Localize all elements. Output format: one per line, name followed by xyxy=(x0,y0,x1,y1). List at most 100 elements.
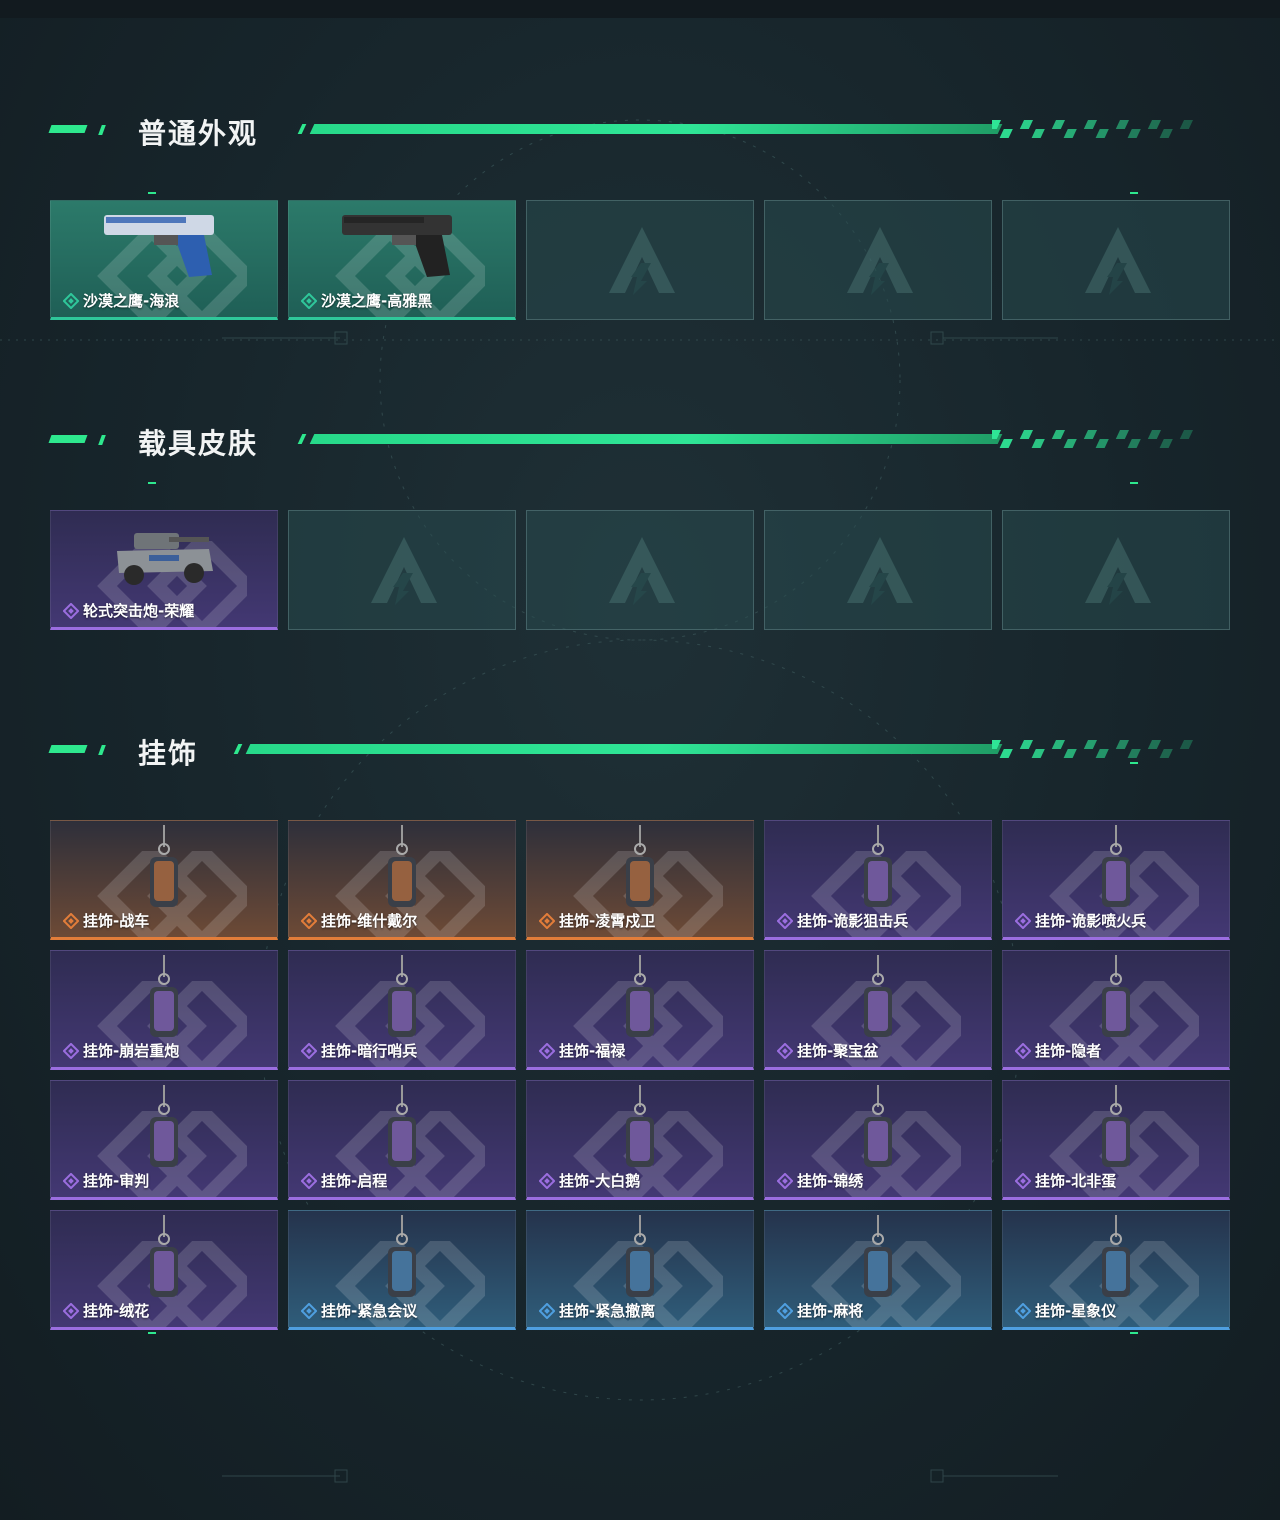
item-grid: 挂饰-战车 挂饰-维什戴尔 挂饰-凌霄戍卫 挂饰-诡影狙击兵 挂饰-诡影喷火兵挂饰-崩岩… xyxy=(50,820,1230,1330)
item-name: 挂饰-战车 xyxy=(83,912,150,930)
item-name: 挂饰-隐者 xyxy=(1035,1042,1102,1060)
item-name: 轮式突击炮-荣耀 xyxy=(83,602,195,620)
item-label: 挂饰-星象仪 xyxy=(1015,1300,1116,1321)
item-card[interactable]: 挂饰-大白鹅 xyxy=(526,1080,754,1200)
corner-mark xyxy=(148,1332,156,1334)
rarity-gem-icon xyxy=(301,1042,317,1059)
item-name: 挂饰-大白鹅 xyxy=(559,1172,641,1190)
rarity-gem-icon xyxy=(539,1302,555,1319)
rarity-gem-icon xyxy=(63,1042,79,1059)
item-card[interactable]: 挂饰-锦绣 xyxy=(764,1080,992,1200)
item-card[interactable]: 挂饰-北非蛋 xyxy=(1002,1080,1230,1200)
header-line xyxy=(309,434,1003,444)
item-label: 挂饰-紧急会议 xyxy=(301,1300,417,1321)
item-card[interactable]: 挂饰-启程 xyxy=(288,1080,516,1200)
item-grid: 沙漠之鹰-海浪 沙漠之鹰-高雅黑 xyxy=(50,200,1230,320)
item-card[interactable]: 沙漠之鹰-海浪 xyxy=(50,200,278,320)
item-label: 挂饰-聚宝盆 xyxy=(777,1040,878,1061)
item-card[interactable]: 挂饰-崩岩重炮 xyxy=(50,950,278,1070)
item-name: 挂饰-凌霄戍卫 xyxy=(559,912,656,930)
section-header: 载具皮肤 xyxy=(0,420,1280,460)
corner-mark xyxy=(148,192,156,194)
item-name: 挂饰-紧急会议 xyxy=(321,1302,418,1320)
item-card[interactable]: 挂饰-聚宝盆 xyxy=(764,950,992,1070)
item-label: 挂饰-北非蛋 xyxy=(1015,1170,1116,1191)
item-name: 挂饰-崩岩重炮 xyxy=(83,1042,180,1060)
item-card[interactable]: 轮式突击炮-荣耀 xyxy=(50,510,278,630)
corner-mark xyxy=(1130,1332,1138,1334)
item-label: 挂饰-绒花 xyxy=(63,1300,149,1321)
item-card[interactable]: 挂饰-暗行哨兵 xyxy=(288,950,516,1070)
rarity-gem-icon xyxy=(777,912,793,929)
item-card[interactable]: 挂饰-隐者 xyxy=(1002,950,1230,1070)
item-name: 挂饰-紧急撤离 xyxy=(559,1302,656,1320)
item-label: 挂饰-锦绣 xyxy=(777,1170,863,1191)
rarity-gem-icon xyxy=(1015,1302,1031,1319)
item-name: 挂饰-福禄 xyxy=(559,1042,626,1060)
rarity-gem-icon xyxy=(63,1302,79,1319)
item-label: 挂饰-暗行哨兵 xyxy=(301,1040,417,1061)
section-title: 载具皮肤 xyxy=(138,427,259,460)
item-name: 挂饰-星象仪 xyxy=(1035,1302,1117,1320)
rarity-gem-icon xyxy=(1015,1172,1031,1189)
item-label: 沙漠之鹰-海浪 xyxy=(63,290,179,311)
item-card[interactable]: 挂饰-绒花 xyxy=(50,1210,278,1330)
item-card[interactable]: 挂饰-维什戴尔 xyxy=(288,820,516,940)
header-accent-bar xyxy=(48,745,88,753)
rarity-gem-icon xyxy=(301,1302,317,1319)
item-card[interactable]: 沙漠之鹰-高雅黑 xyxy=(288,200,516,320)
corner-mark xyxy=(1130,762,1138,764)
item-label: 挂饰-诡影狙击兵 xyxy=(777,910,908,931)
empty-slot xyxy=(288,510,516,630)
item-label: 挂饰-崩岩重炮 xyxy=(63,1040,179,1061)
item-card[interactable]: 挂饰-凌霄戍卫 xyxy=(526,820,754,940)
item-card[interactable]: 挂饰-麻将 xyxy=(764,1210,992,1330)
item-label: 挂饰-战车 xyxy=(63,910,149,931)
item-card[interactable]: 挂饰-诡影喷火兵 xyxy=(1002,820,1230,940)
empty-slot xyxy=(1002,200,1230,320)
item-label: 挂饰-隐者 xyxy=(1015,1040,1101,1061)
header-line-tick xyxy=(297,124,307,134)
item-card[interactable]: 挂饰-诡影狙击兵 xyxy=(764,820,992,940)
rarity-gem-icon xyxy=(63,1172,79,1189)
header-checker-pattern xyxy=(992,740,1193,758)
rarity-gem-icon xyxy=(777,1172,793,1189)
item-name: 挂饰-锦绣 xyxy=(797,1172,864,1190)
item-label: 挂饰-审判 xyxy=(63,1170,149,1191)
top-bar xyxy=(0,0,1280,18)
item-card[interactable]: 挂饰-星象仪 xyxy=(1002,1210,1230,1330)
corner-mark xyxy=(1130,482,1138,484)
section-title: 普通外观 xyxy=(138,117,259,150)
empty-slot xyxy=(526,200,754,320)
rarity-gem-icon xyxy=(63,602,79,619)
header-accent-tick xyxy=(98,125,106,135)
empty-slot xyxy=(764,200,992,320)
item-label: 挂饰-紧急撤离 xyxy=(539,1300,655,1321)
item-card[interactable]: 挂饰-福禄 xyxy=(526,950,754,1070)
item-card[interactable]: 挂饰-审判 xyxy=(50,1080,278,1200)
rarity-gem-icon xyxy=(539,912,555,929)
item-label: 挂饰-麻将 xyxy=(777,1300,863,1321)
item-grid: 轮式突击炮-荣耀 xyxy=(50,510,1230,630)
rarity-gem-icon xyxy=(63,912,79,929)
item-card[interactable]: 挂饰-紧急会议 xyxy=(288,1210,516,1330)
rarity-gem-icon xyxy=(539,1172,555,1189)
section-title: 挂饰 xyxy=(138,737,199,770)
empty-slot xyxy=(764,510,992,630)
item-card[interactable]: 挂饰-紧急撤离 xyxy=(526,1210,754,1330)
rarity-gem-icon xyxy=(301,292,317,309)
item-name: 挂饰-维什戴尔 xyxy=(321,912,418,930)
rarity-gem-icon xyxy=(777,1042,793,1059)
header-accent-bar xyxy=(48,435,88,443)
item-name: 挂饰-北非蛋 xyxy=(1035,1172,1117,1190)
item-label: 轮式突击炮-荣耀 xyxy=(63,600,194,621)
header-checker-pattern xyxy=(992,120,1193,138)
rarity-gem-icon xyxy=(301,1172,317,1189)
item-name: 挂饰-麻将 xyxy=(797,1302,864,1320)
item-name: 挂饰-聚宝盆 xyxy=(797,1042,879,1060)
item-card[interactable]: 挂饰-战车 xyxy=(50,820,278,940)
item-label: 挂饰-维什戴尔 xyxy=(301,910,417,931)
header-checker-pattern xyxy=(992,430,1193,448)
header-line xyxy=(245,744,1003,754)
armored-vehicle-icon xyxy=(109,515,219,599)
